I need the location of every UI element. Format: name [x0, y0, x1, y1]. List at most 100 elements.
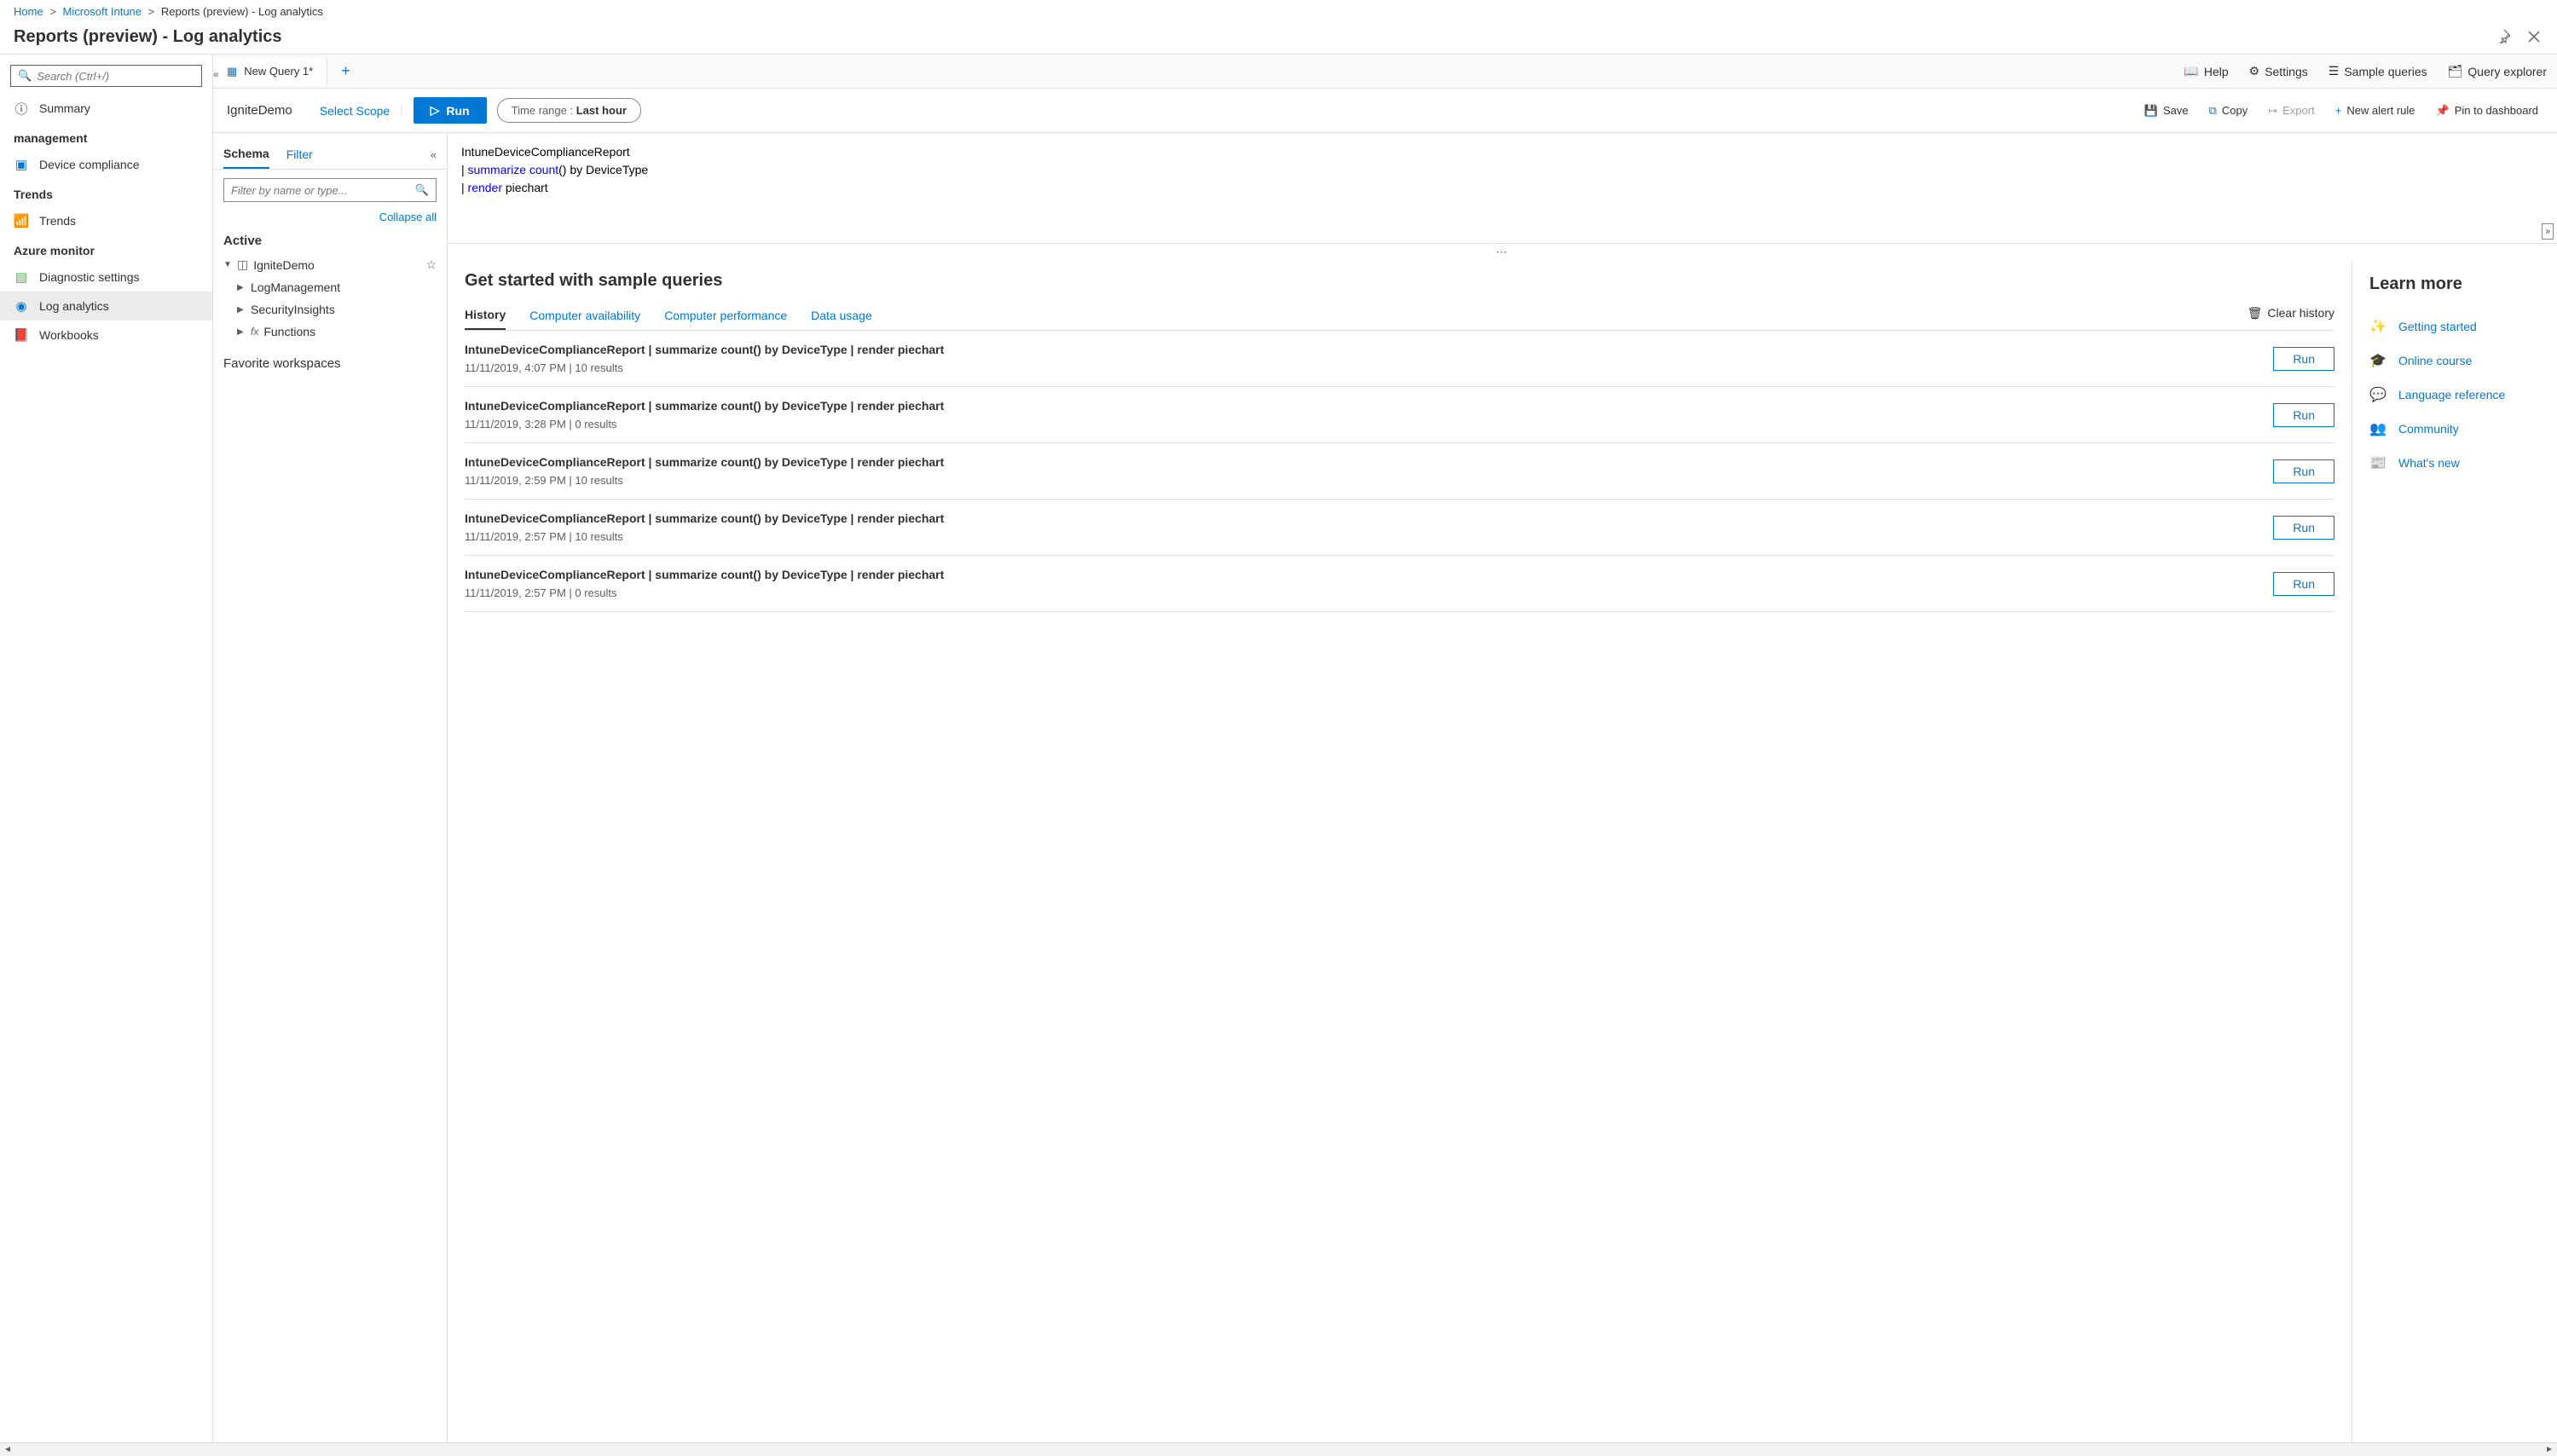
- copy-button[interactable]: ⧉ Copy: [2204, 101, 2253, 121]
- nav-summary[interactable]: ⓘ Summary: [0, 94, 212, 123]
- history-item: IntuneDeviceComplianceReport | summarize…: [465, 556, 2334, 612]
- export-button[interactable]: ↦ Export: [2263, 101, 2319, 121]
- nav-diagnostic[interactable]: ▤ Diagnostic settings: [0, 263, 212, 292]
- chevron-right-icon: ▶: [237, 305, 246, 315]
- tree-functions[interactable]: ▶ fx Functions: [213, 321, 447, 343]
- workbook-icon: 📕: [14, 327, 29, 343]
- save-button[interactable]: 💾 Save: [2139, 101, 2194, 121]
- favorite-section: Favorite workspaces: [213, 351, 447, 376]
- schema-collapse-icon[interactable]: «: [431, 148, 437, 161]
- pin-icon: 📌: [2436, 104, 2450, 118]
- add-tab-button[interactable]: +: [327, 55, 364, 87]
- nav-workbooks[interactable]: 📕 Workbooks: [0, 321, 212, 350]
- history-query: IntuneDeviceComplianceReport | summarize…: [465, 343, 944, 356]
- code-l2-pipe: |: [461, 163, 468, 176]
- learn-icon: ✨: [2369, 318, 2386, 335]
- history-item: IntuneDeviceComplianceReport | summarize…: [465, 443, 2334, 500]
- history-tab[interactable]: History: [465, 301, 506, 330]
- code-l2-rest: () by DeviceType: [558, 163, 648, 176]
- sidebar-search[interactable]: 🔍: [10, 65, 202, 87]
- sidebar-collapse-icon[interactable]: «: [213, 68, 219, 80]
- scroll-right-icon[interactable]: ►: [2545, 1445, 2554, 1454]
- nav-trends[interactable]: 📶 Trends: [0, 206, 212, 235]
- nav-label: Log analytics: [39, 299, 109, 313]
- learn-item[interactable]: 🎓Online course: [2369, 344, 2540, 378]
- settings-label: Settings: [2265, 65, 2308, 78]
- fx-icon: fx: [251, 326, 258, 338]
- active-section: Active: [213, 228, 447, 253]
- time-range-picker[interactable]: Time range : Last hour: [497, 98, 641, 123]
- nav-label: Workbooks: [39, 328, 99, 342]
- schema-tab[interactable]: Schema: [223, 140, 269, 169]
- editor-expand-icon[interactable]: »: [2542, 223, 2554, 240]
- scroll-left-icon[interactable]: ◄: [3, 1445, 12, 1454]
- sample-label: Sample queries: [2344, 65, 2427, 78]
- breadcrumb-home[interactable]: Home: [14, 5, 43, 18]
- breadcrumb-current: Reports (preview) - Log analytics: [161, 5, 323, 18]
- filter-tab[interactable]: Filter: [286, 141, 313, 168]
- learn-item[interactable]: ✨Getting started: [2369, 309, 2540, 344]
- query-tab-1[interactable]: ▦ New Query 1*: [213, 58, 327, 85]
- horizontal-scrollbar[interactable]: ◄ ►: [0, 1442, 2557, 1456]
- learn-item[interactable]: 👥Community: [2369, 412, 2540, 446]
- learn-label: What's new: [2398, 456, 2460, 470]
- run-button[interactable]: ▷ Run: [414, 97, 487, 124]
- nav-label: Trends: [39, 214, 76, 228]
- help-label: Help: [2204, 65, 2229, 78]
- breadcrumb-intune[interactable]: Microsoft Intune: [63, 5, 142, 18]
- learn-icon: 💬: [2369, 386, 2386, 403]
- learn-item[interactable]: 📰What's new: [2369, 446, 2540, 480]
- pin-dashboard-button[interactable]: 📌 Pin to dashboard: [2431, 101, 2543, 121]
- performance-tab[interactable]: Computer performance: [664, 302, 787, 329]
- learn-more-panel: Learn more ✨Getting started🎓Online cours…: [2352, 261, 2557, 1442]
- sample-queries-button[interactable]: ☰ Sample queries: [2318, 57, 2438, 85]
- breadcrumb: Home > Microsoft Intune > Reports (previ…: [0, 0, 2557, 23]
- history-meta: 11/11/2019, 2:57 PM | 0 results: [465, 586, 944, 599]
- history-meta: 11/11/2019, 2:59 PM | 10 results: [465, 474, 944, 487]
- schema-filter-box[interactable]: 🔍: [223, 178, 437, 202]
- learn-label: Language reference: [2398, 388, 2505, 402]
- tree-securityinsights[interactable]: ▶ SecurityInsights: [213, 298, 447, 321]
- workspace-name: IgniteDemo: [227, 103, 292, 118]
- select-scope-link[interactable]: Select Scope: [320, 104, 390, 118]
- nav-log-analytics[interactable]: ◉ Log analytics: [0, 292, 212, 321]
- page-header: Reports (preview) - Log analytics: [0, 23, 2557, 54]
- tree-logmanagement[interactable]: ▶ LogManagement: [213, 276, 447, 298]
- history-run-button[interactable]: Run: [2273, 459, 2334, 483]
- help-button[interactable]: 📖 Help: [2173, 57, 2238, 85]
- search-input[interactable]: [37, 70, 194, 83]
- history-run-button[interactable]: Run: [2273, 403, 2334, 427]
- pin-icon[interactable]: [2494, 26, 2514, 47]
- tree-workspace[interactable]: ▼ ◫ IgniteDemo ☆: [213, 253, 447, 276]
- data-usage-tab[interactable]: Data usage: [811, 302, 872, 329]
- results-title: Get started with sample queries: [465, 271, 2334, 291]
- info-icon: ⓘ: [14, 101, 29, 116]
- tree-label: LogManagement: [251, 280, 340, 294]
- schema-filter-input[interactable]: [231, 184, 415, 197]
- play-icon: ▷: [431, 103, 440, 118]
- new-alert-button[interactable]: + New alert rule: [2330, 101, 2421, 120]
- nav-device-compliance[interactable]: ▣ Device compliance: [0, 150, 212, 179]
- learn-item[interactable]: 💬 Language reference: [2369, 378, 2540, 412]
- alert-label: New alert rule: [2346, 104, 2415, 117]
- learn-icon: 🎓: [2369, 352, 2386, 369]
- resize-handle[interactable]: ⋯: [448, 244, 2557, 261]
- settings-button[interactable]: ⚙ Settings: [2239, 57, 2318, 85]
- collapse-all-link[interactable]: Collapse all: [213, 211, 447, 228]
- history-run-button[interactable]: Run: [2273, 572, 2334, 596]
- results-panel: Get started with sample queries History …: [448, 261, 2352, 1442]
- query-explorer-button[interactable]: 🗂 Query explorer: [2438, 57, 2557, 85]
- availability-tab[interactable]: Computer availability: [529, 302, 640, 329]
- history-query: IntuneDeviceComplianceReport | summarize…: [465, 455, 944, 469]
- clear-history-button[interactable]: 🗑 Clear history: [2247, 306, 2334, 326]
- log-icon: ◉: [14, 298, 29, 314]
- star-icon[interactable]: ☆: [425, 257, 437, 272]
- history-run-button[interactable]: Run: [2273, 516, 2334, 540]
- close-icon[interactable]: [2525, 27, 2543, 46]
- code-l2-kw: summarize: [468, 163, 526, 176]
- code-editor[interactable]: IntuneDeviceComplianceReport | summarize…: [448, 133, 2557, 244]
- history-run-button[interactable]: Run: [2273, 347, 2334, 371]
- book-icon: 📖: [2184, 64, 2198, 78]
- time-value: Last hour: [576, 104, 627, 117]
- time-label: Time range :: [512, 104, 576, 117]
